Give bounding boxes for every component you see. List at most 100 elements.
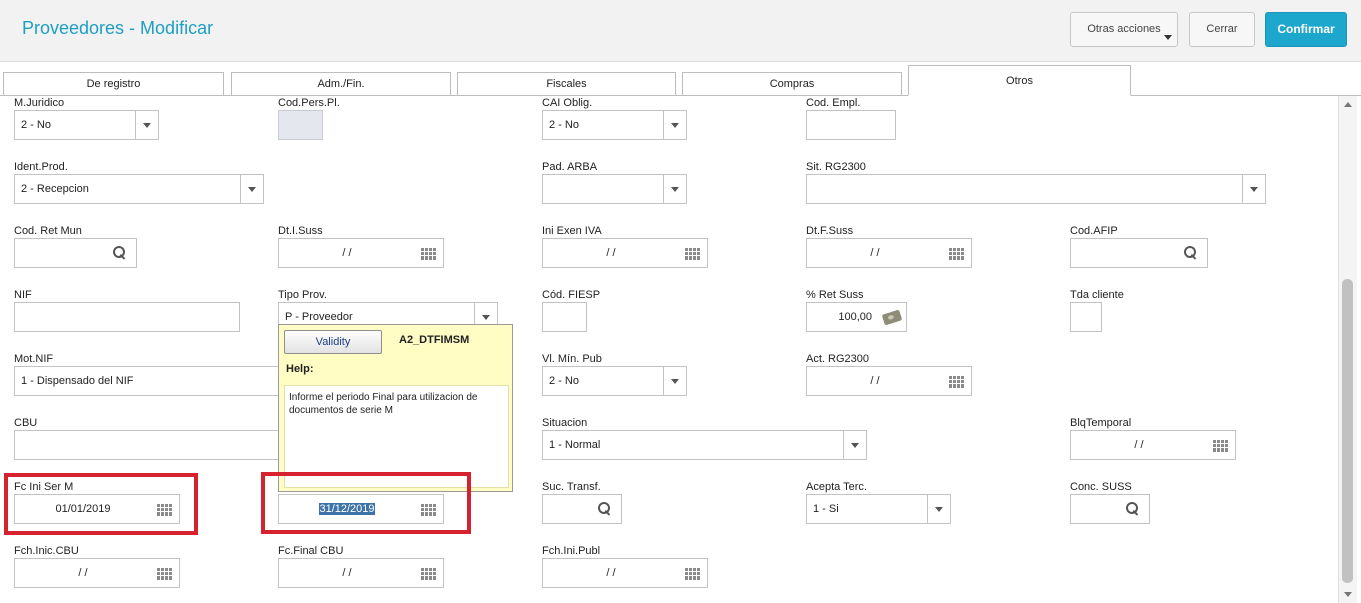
other-actions-label: Otras acciones: [1087, 23, 1161, 35]
vertical-scrollbar[interactable]: [1338, 96, 1357, 603]
ret-suss-field[interactable]: 100,00: [806, 302, 907, 332]
search-icon[interactable]: [1126, 502, 1139, 516]
nif-field[interactable]: [14, 302, 240, 332]
chevron-down-icon[interactable]: [663, 111, 686, 139]
scroll-up-icon[interactable]: [1344, 102, 1352, 107]
page-title: Proveedores - Modificar: [22, 18, 214, 38]
fch-inic-cbu-field[interactable]: / /: [14, 558, 180, 588]
tab-compras[interactable]: Compras: [682, 72, 902, 96]
search-icon[interactable]: [1184, 246, 1197, 260]
cod-empl-label: Cod. Empl.: [806, 97, 861, 109]
cod-pers-pl-field[interactable]: [278, 110, 323, 140]
cai-oblig-value: 2 - No: [549, 119, 579, 131]
chevron-down-icon[interactable]: [927, 495, 950, 523]
cai-oblig-label: CAI Oblig.: [542, 97, 593, 109]
act-rg2300-label: Act. RG2300: [806, 353, 869, 365]
tab-otros[interactable]: Otros: [908, 65, 1131, 96]
act-rg2300-field[interactable]: / /: [806, 366, 972, 396]
page-header: Proveedores - Modificar Otras acciones C…: [0, 0, 1361, 62]
acepta-terc-value: 1 - Si: [813, 503, 839, 515]
dt-f-suss-value: / /: [870, 247, 880, 259]
m-juridico-label: M.Juridico: [14, 97, 65, 109]
scroll-down-icon[interactable]: [1344, 592, 1352, 597]
acepta-terc-select[interactable]: 1 - Si: [806, 494, 951, 524]
fch-inic-cbu-label: Fch.Inic.CBU: [14, 545, 79, 557]
blq-temporal-label: BlqTemporal: [1070, 417, 1132, 429]
mot-nif-select[interactable]: 1 - Dispensado del NIF: [14, 366, 304, 396]
close-button[interactable]: Cerrar: [1189, 12, 1255, 47]
chevron-down-icon[interactable]: [843, 431, 866, 459]
fch-ini-publ-field[interactable]: / /: [542, 558, 708, 588]
cod-ret-mun-label: Cod. Ret Mun: [14, 225, 82, 237]
chevron-down-icon[interactable]: [135, 111, 158, 139]
m-juridico-select[interactable]: 2 - No: [14, 110, 159, 140]
suc-transf-field[interactable]: [542, 494, 622, 524]
cod-ret-mun-field[interactable]: [14, 238, 137, 268]
confirm-button[interactable]: Confirmar: [1265, 12, 1347, 47]
vl-min-pub-value: 2 - No: [549, 375, 579, 387]
act-rg2300-value: / /: [870, 375, 880, 387]
tipo-prov-value: P - Proveedor: [285, 311, 353, 323]
vl-min-pub-select[interactable]: 2 - No: [542, 366, 687, 396]
validity-button[interactable]: Validity: [284, 330, 382, 354]
situacion-select[interactable]: 1 - Normal: [542, 430, 867, 460]
calendar-icon[interactable]: [949, 376, 964, 388]
ident-prod-select[interactable]: 2 - Recepcion: [14, 174, 264, 204]
search-icon[interactable]: [598, 502, 611, 516]
m-juridico-value: 2 - No: [21, 119, 51, 131]
help-heading: Help:: [286, 363, 314, 375]
conc-suss-label: Conc. SUSS: [1070, 481, 1132, 493]
calendar-icon[interactable]: [1213, 440, 1228, 452]
situacion-label: Situacion: [542, 417, 588, 429]
cod-empl-field[interactable]: [806, 110, 896, 140]
fch-inic-cbu-value: / /: [78, 567, 88, 579]
chevron-down-icon[interactable]: [240, 175, 263, 203]
cod-fiesp-field[interactable]: [542, 302, 587, 332]
blq-temporal-field[interactable]: / /: [1070, 430, 1236, 460]
dt-i-suss-value: / /: [342, 247, 352, 259]
calendar-icon[interactable]: [421, 568, 436, 580]
dt-i-suss-label: Dt.I.Suss: [278, 225, 323, 237]
search-icon[interactable]: [113, 246, 126, 260]
cod-afip-field[interactable]: [1070, 238, 1208, 268]
chevron-down-icon[interactable]: [663, 175, 686, 203]
ret-suss-label: % Ret Suss: [806, 289, 864, 301]
caret-down-icon: [1164, 35, 1172, 40]
fc-final-cbu-field[interactable]: / /: [278, 558, 444, 588]
vl-min-pub-label: Vl. Mín. Pub: [542, 353, 602, 365]
tab-adm-fin[interactable]: Adm./Fin.: [231, 72, 451, 96]
other-actions-button[interactable]: Otras acciones: [1070, 12, 1178, 47]
calendar-icon[interactable]: [421, 248, 436, 260]
cai-oblig-select[interactable]: 2 - No: [542, 110, 687, 140]
chevron-down-icon[interactable]: [663, 367, 686, 395]
ini-exen-iva-value: / /: [606, 247, 616, 259]
money-icon[interactable]: [881, 309, 903, 326]
highlight-box-start: [4, 473, 198, 535]
dt-f-suss-field[interactable]: / /: [806, 238, 972, 268]
suc-transf-label: Suc. Transf.: [542, 481, 601, 493]
help-popup: Validity A2_DTFIMSM Help: Informe el per…: [278, 324, 513, 492]
ini-exen-iva-field[interactable]: / /: [542, 238, 708, 268]
calendar-icon[interactable]: [685, 568, 700, 580]
sit-rg2300-label: Sit. RG2300: [806, 161, 866, 173]
chevron-down-icon[interactable]: [1242, 175, 1265, 203]
ident-prod-value: 2 - Recepcion: [21, 183, 89, 195]
mot-nif-value: 1 - Dispensado del NIF: [21, 375, 134, 387]
tab-de-registro[interactable]: De registro: [3, 72, 224, 96]
conc-suss-field[interactable]: [1070, 494, 1150, 524]
ini-exen-iva-label: Ini Exen IVA: [542, 225, 602, 237]
pad-arba-select[interactable]: [542, 174, 687, 204]
ident-prod-label: Ident.Prod.: [14, 161, 68, 173]
tda-cliente-field[interactable]: [1070, 302, 1102, 332]
blq-temporal-value: / /: [1134, 439, 1144, 451]
cod-fiesp-label: Cód. FIESP: [542, 289, 601, 301]
calendar-icon[interactable]: [949, 248, 964, 260]
sit-rg2300-select[interactable]: [806, 174, 1266, 204]
calendar-icon[interactable]: [685, 248, 700, 260]
cbu-field[interactable]: [14, 430, 304, 460]
mot-nif-label: Mot.NIF: [14, 353, 54, 365]
calendar-icon[interactable]: [157, 568, 172, 580]
dt-i-suss-field[interactable]: / /: [278, 238, 444, 268]
tab-fiscales[interactable]: Fiscales: [457, 72, 676, 96]
scrollbar-thumb[interactable]: [1342, 279, 1353, 583]
